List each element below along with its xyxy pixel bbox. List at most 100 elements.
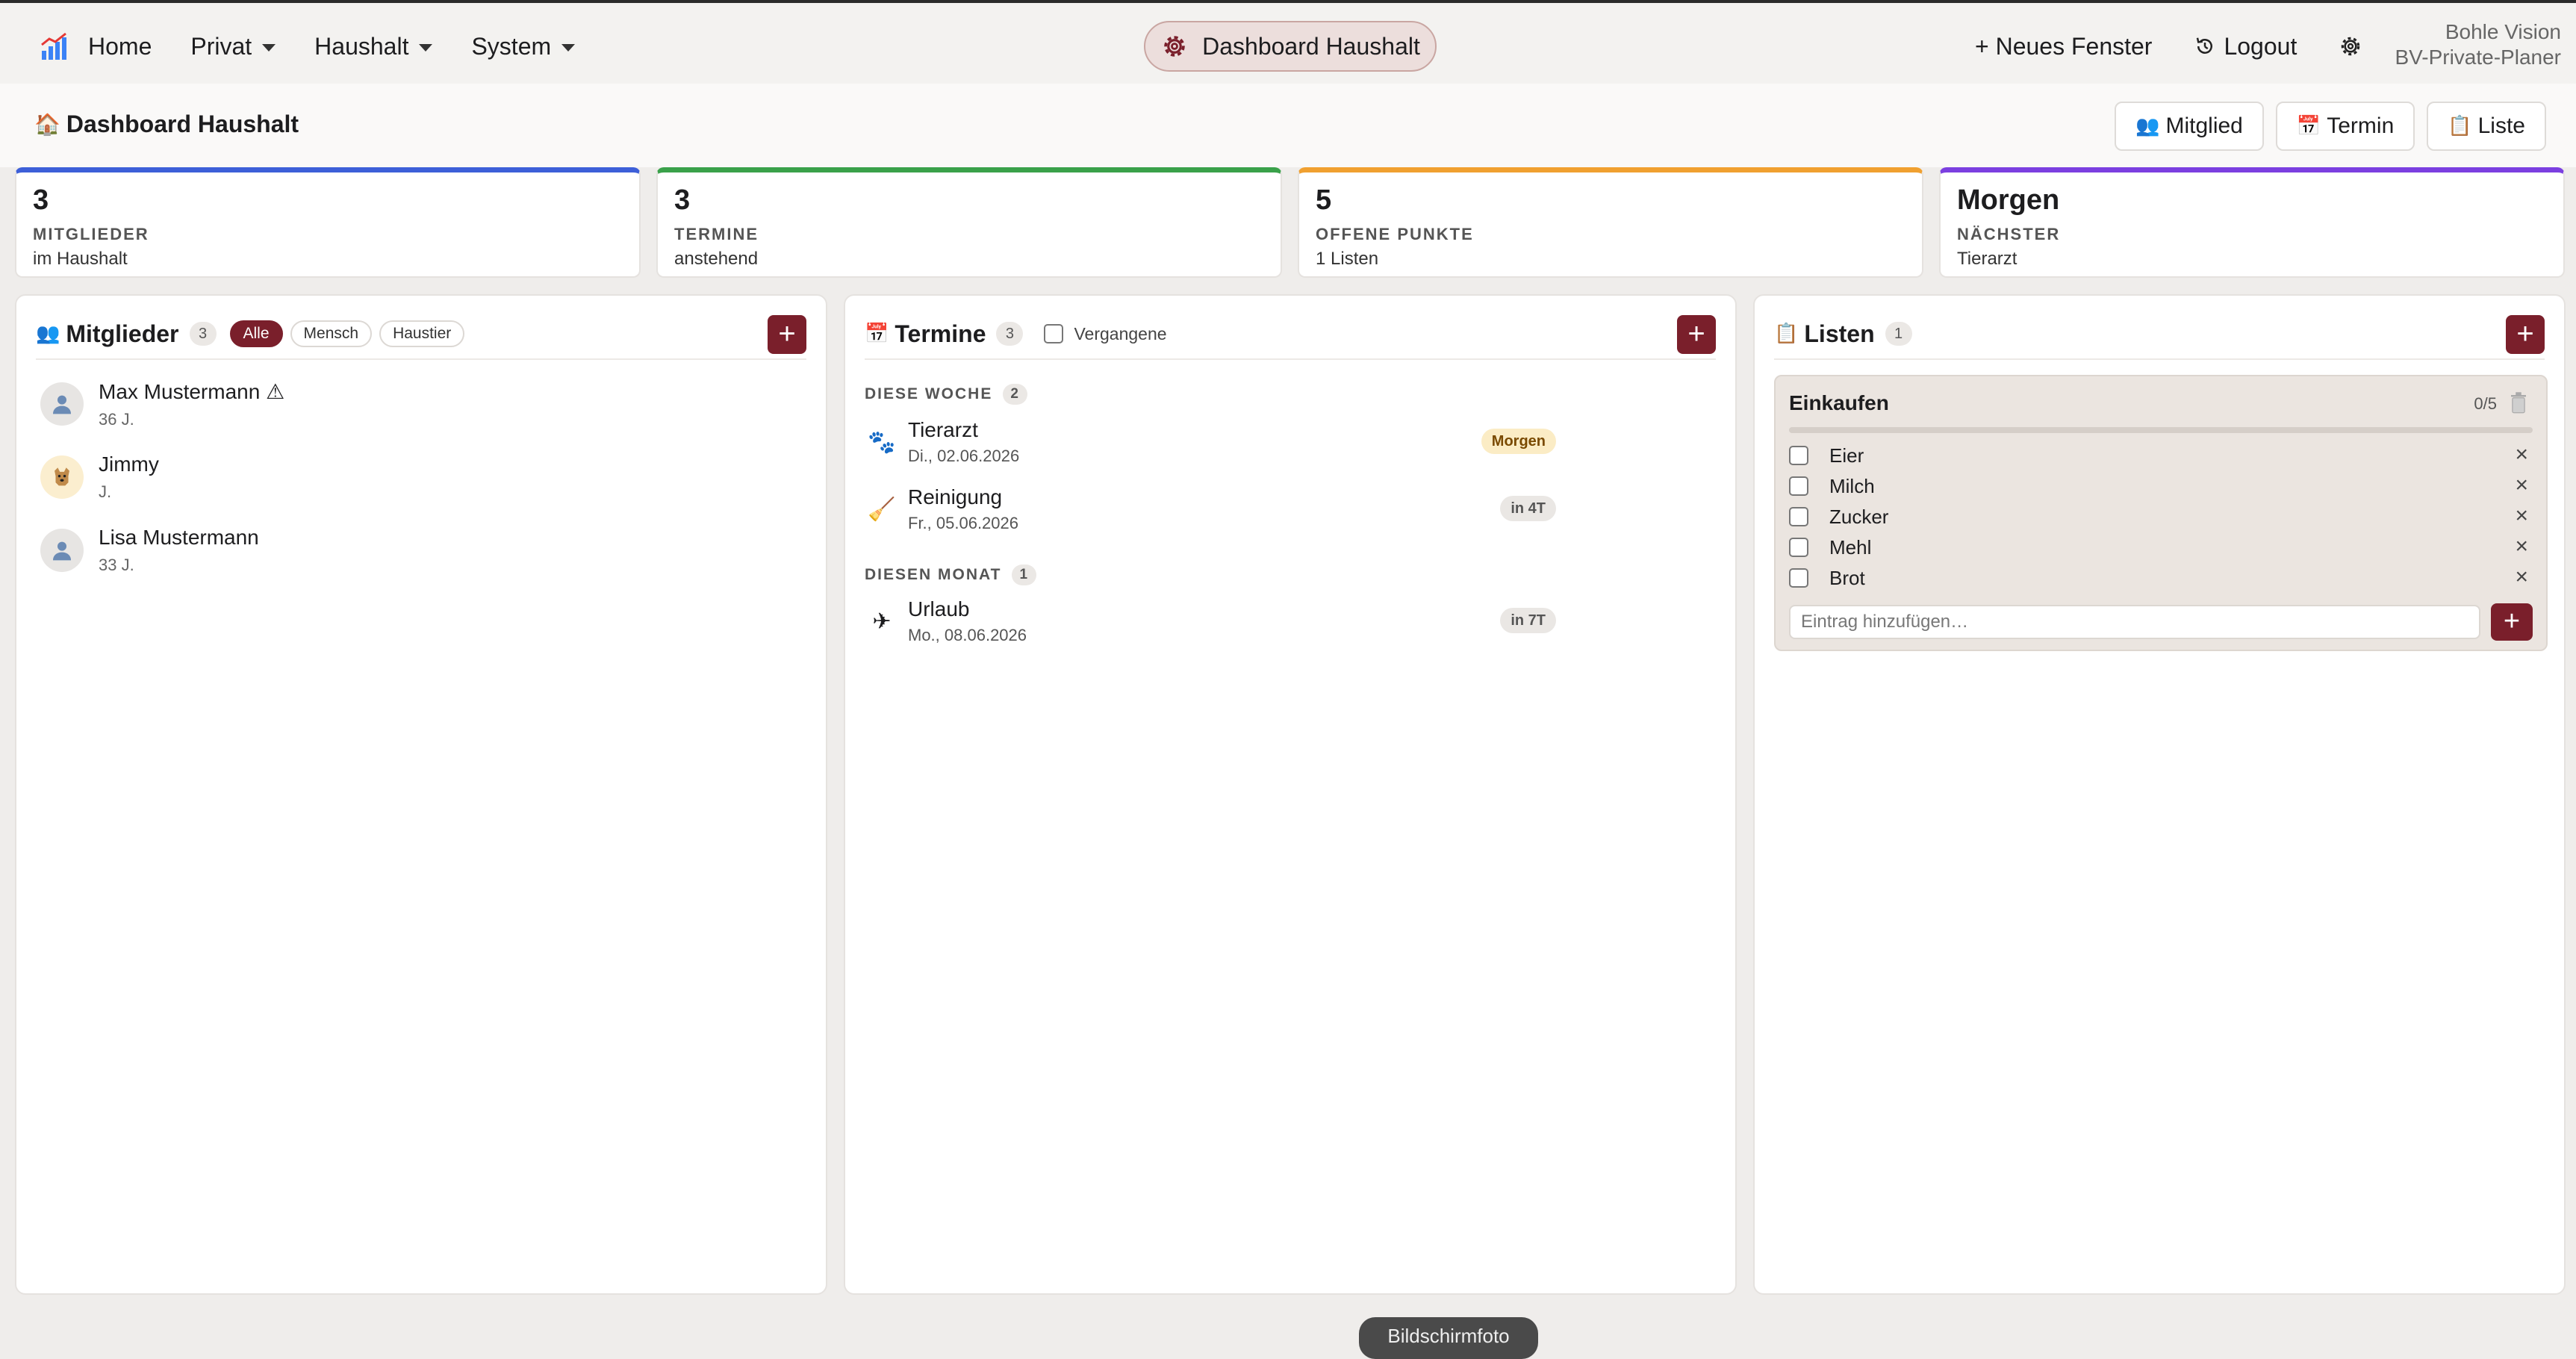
stat-subtext: 1 Listen: [1316, 249, 1379, 269]
page-title-text: Dashboard Haushalt: [66, 111, 299, 137]
section-count-badge: 1: [1012, 565, 1037, 585]
add-list-button[interactable]: 📋 Liste: [2427, 102, 2546, 151]
stat-label: MITGLIEDER: [33, 225, 149, 243]
event-item[interactable]: 🐾 Tierarzt Di., 02.06.2026 Morgen: [865, 412, 1649, 472]
member-name: Jimmy: [99, 453, 159, 476]
stat-card-open-items: 5 OFFENE PUNKTE 1 Listen: [1298, 167, 1923, 278]
add-event-plus-button[interactable]: +: [1677, 315, 1716, 354]
remove-item-icon[interactable]: ×: [2515, 442, 2528, 467]
page-header: 🏠 Dashboard Haushalt 👥 Mitglied 📅 Termin…: [0, 84, 2576, 167]
list-item-label: Zucker: [1829, 505, 1889, 528]
nav-menu-haushalt[interactable]: Haushalt: [314, 33, 433, 60]
add-member-button[interactable]: 👥 Mitglied: [2115, 102, 2264, 151]
events-panel: 📅 Termine 3 Vergangene + DIESE WOCHE 2 🐾…: [844, 294, 1737, 1295]
dog-icon: [55, 467, 69, 486]
past-events-checkbox[interactable]: [1044, 324, 1064, 343]
list-item-checkbox[interactable]: [1789, 568, 1808, 588]
past-events-toggle[interactable]: Vergangene: [1044, 324, 1167, 344]
event-title: Tierarzt: [908, 418, 978, 441]
stat-subtext: anstehend: [674, 249, 759, 269]
stat-label: OFFENE PUNKTE: [1316, 225, 1474, 243]
stat-value: 5: [1316, 184, 1332, 216]
nav-home[interactable]: Home: [88, 33, 152, 60]
trash-icon[interactable]: [2509, 391, 2528, 414]
list-item-label: Milch: [1829, 474, 1875, 497]
people-icon: 👥: [2135, 115, 2160, 137]
remove-item-icon[interactable]: ×: [2515, 534, 2528, 559]
filter-chip-human[interactable]: Mensch: [290, 320, 373, 347]
member-item[interactable]: Lisa Mustermann 33 J.: [40, 517, 259, 584]
chart-icon[interactable]: [39, 31, 69, 61]
person-icon: [53, 541, 71, 561]
page-title: 🏠 Dashboard Haushalt: [34, 111, 299, 138]
nav-right: + Neues Fenster Logout: [1975, 24, 2362, 69]
list-item-checkbox[interactable]: [1789, 538, 1808, 557]
logout-icon: [2197, 37, 2213, 54]
add-member-plus-button[interactable]: +: [768, 315, 806, 354]
stat-cards: 3 MITGLIEDER im Haushalt 3 TERMINE anste…: [15, 167, 2566, 278]
event-item[interactable]: ✈ Urlaub Mo., 08.06.2026 in 7T: [865, 591, 1649, 651]
stat-value: 3: [674, 184, 691, 216]
airplane-icon: ✈: [872, 608, 892, 635]
clipboard-icon: 📋: [2448, 115, 2472, 137]
stat-label: NÄCHSTER: [1957, 225, 2061, 243]
stat-value: Morgen: [1957, 184, 2060, 216]
list-item: Eier ×: [1789, 441, 2533, 470]
gear-icon: [1164, 36, 1185, 57]
stat-card-members: 3 MITGLIEDER im Haushalt: [15, 167, 641, 278]
lists-panel-title: 📋 Listen: [1774, 320, 1875, 347]
stat-label: TERMINE: [674, 225, 759, 243]
remove-item-icon[interactable]: ×: [2515, 473, 2528, 498]
chevron-down-icon: [419, 44, 433, 52]
add-list-plus-button[interactable]: +: [2506, 315, 2545, 354]
nav-menu-system[interactable]: System: [471, 33, 576, 60]
members-count-badge: 3: [189, 322, 217, 346]
avatar: [40, 529, 84, 572]
events-panel-header: 📅 Termine 3 Vergangene +: [865, 312, 1716, 360]
remove-item-icon[interactable]: ×: [2515, 503, 2528, 529]
brand-text: Bohle Vision BV-Private-Planer: [2395, 19, 2561, 70]
event-date: Mo., 08.06.2026: [908, 626, 1027, 644]
member-item[interactable]: Jimmy J.: [40, 444, 159, 511]
paw-icon: 🐾: [868, 429, 896, 455]
list-item-checkbox[interactable]: [1789, 476, 1808, 496]
event-date: Fr., 05.06.2026: [908, 514, 1018, 532]
list-item: Zucker ×: [1789, 502, 2533, 532]
member-age: 33 J.: [99, 556, 134, 574]
remove-item-icon[interactable]: ×: [2515, 565, 2528, 590]
add-entry-button[interactable]: +: [2491, 603, 2533, 641]
people-icon: 👥: [36, 323, 60, 345]
event-title: Urlaub: [908, 597, 970, 621]
avatar: [40, 382, 84, 426]
calendar-icon: 📅: [865, 323, 889, 345]
add-event-button[interactable]: 📅 Termin: [2275, 102, 2415, 151]
event-title: Reinigung: [908, 485, 1003, 509]
section-this-month: DIESEN MONAT 1: [865, 565, 1037, 585]
event-date: Di., 02.06.2026: [908, 447, 1020, 465]
nav-menu-privat[interactable]: Privat: [190, 33, 276, 60]
top-navigation-bar: Home Privat Haushalt System Dashboard Ha…: [0, 0, 2576, 84]
new-window-link[interactable]: + Neues Fenster: [1975, 33, 2152, 60]
lists-count-badge: 1: [1885, 322, 1912, 346]
filter-chip-all[interactable]: Alle: [229, 320, 283, 347]
add-entry-input[interactable]: [1789, 605, 2480, 639]
settings-gear-icon[interactable]: [2339, 34, 2362, 58]
list-item-label: Brot: [1829, 566, 1865, 589]
filter-chip-pet[interactable]: Haustier: [379, 320, 465, 347]
list-item-checkbox[interactable]: [1789, 507, 1808, 526]
logout-link[interactable]: Logout: [2194, 33, 2297, 60]
lists-panel: 📋 Listen 1 + Einkaufen 0/5 Eier × Milch …: [1753, 294, 2566, 1295]
stat-card-next: Morgen NÄCHSTER Tierarzt: [1939, 167, 2565, 278]
list-item: Mehl ×: [1789, 532, 2533, 562]
chevron-down-icon: [561, 44, 576, 52]
list-item: Brot ×: [1789, 563, 2533, 593]
nav-left: Home Privat Haushalt System: [39, 24, 614, 69]
members-panel-header: 👥 Mitglieder 3 Alle Mensch Haustier +: [36, 312, 806, 360]
brand-line-1: Bohle Vision: [2445, 20, 2561, 43]
list-item-checkbox[interactable]: [1789, 446, 1808, 465]
event-item[interactable]: 🧹 Reinigung Fr., 05.06.2026 in 4T: [865, 479, 1649, 539]
active-dashboard-pill[interactable]: Dashboard Haushalt: [1144, 21, 1437, 72]
member-item[interactable]: Max Mustermann ⚠ 36 J.: [40, 370, 284, 438]
list-card-einkaufen: Einkaufen 0/5 Eier × Milch × Zucker × Me…: [1774, 375, 2548, 651]
list-progress-bar: [1789, 427, 2533, 433]
